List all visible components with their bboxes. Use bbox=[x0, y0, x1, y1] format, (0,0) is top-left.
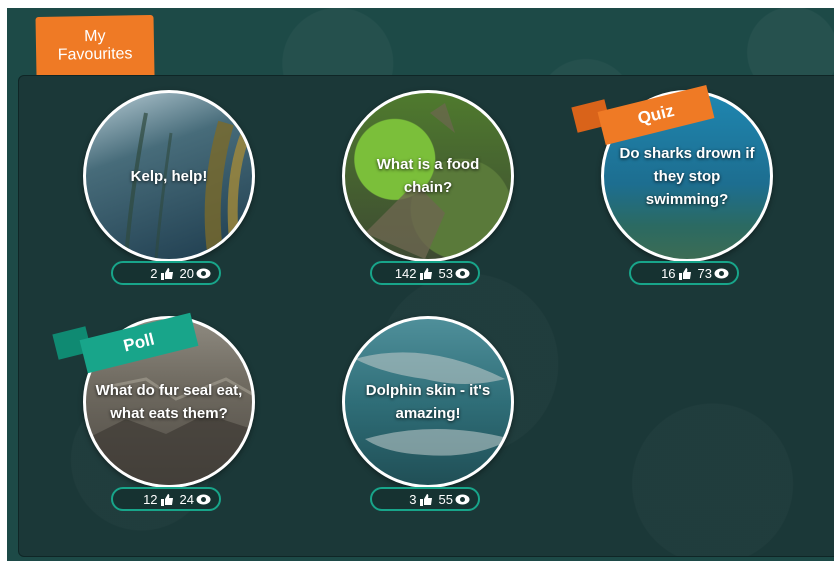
card-title: Do sharks drown if they stop swimming? bbox=[619, 144, 755, 208]
favourite-card-kelp[interactable]: Kelp, help! 2 20 bbox=[83, 90, 255, 302]
card-title: What do fur seal eat, what eats them? bbox=[95, 382, 243, 422]
view-count-value: 73 bbox=[697, 265, 712, 281]
like-count[interactable]: 16 bbox=[661, 266, 691, 281]
eye-icon bbox=[196, 268, 211, 278]
thumbs-up-icon bbox=[160, 267, 173, 280]
view-count: 73 bbox=[698, 266, 729, 281]
favourite-card-food-chain[interactable]: What is a food chain? 142 53 bbox=[342, 90, 514, 302]
card-stats: 12 24 bbox=[111, 487, 221, 511]
like-count[interactable]: 3 bbox=[409, 492, 432, 507]
eye-icon bbox=[196, 494, 211, 504]
thumbs-up-icon bbox=[419, 267, 432, 280]
eye-icon bbox=[455, 268, 470, 278]
card-title: Dolphin skin - it's amazing! bbox=[365, 382, 491, 422]
thumbs-up-icon bbox=[160, 493, 173, 506]
view-count: 20 bbox=[180, 266, 211, 281]
view-count-value: 53 bbox=[438, 265, 453, 281]
like-count-value: 2 bbox=[150, 265, 158, 281]
view-count: 24 bbox=[180, 492, 211, 507]
card-thumbnail[interactable]: Kelp, help! bbox=[83, 90, 255, 262]
favourites-header-tab: My Favourites bbox=[35, 14, 155, 78]
card-stats: 142 53 bbox=[370, 261, 480, 285]
header-title-line-2: Favourites bbox=[57, 45, 133, 64]
thumbs-up-icon bbox=[678, 267, 691, 280]
like-count-value: 16 bbox=[661, 265, 676, 281]
view-count: 55 bbox=[439, 492, 470, 507]
eye-icon bbox=[455, 494, 470, 504]
eye-icon bbox=[714, 268, 729, 278]
card-stats: 16 73 bbox=[629, 261, 739, 285]
view-count-value: 24 bbox=[179, 491, 194, 507]
card-stats: 2 20 bbox=[111, 261, 221, 285]
card-title: Kelp, help! bbox=[130, 167, 208, 185]
card-title: What is a food chain? bbox=[376, 156, 480, 196]
card-thumbnail[interactable]: Dolphin skin - it's amazing! bbox=[342, 316, 514, 488]
like-count[interactable]: 12 bbox=[143, 492, 173, 507]
like-count[interactable]: 142 bbox=[395, 266, 433, 281]
card-stats: 3 55 bbox=[370, 487, 480, 511]
quiz-ribbon-label: Quiz bbox=[635, 100, 677, 129]
card-thumbnail[interactable]: What is a food chain? bbox=[342, 90, 514, 262]
like-count-value: 3 bbox=[409, 491, 417, 507]
like-count[interactable]: 2 bbox=[150, 266, 173, 281]
poll-ribbon-label: Poll bbox=[121, 329, 157, 356]
like-count-value: 12 bbox=[143, 491, 158, 507]
view-count-value: 20 bbox=[179, 265, 194, 281]
favourite-card-dolphin[interactable]: Dolphin skin - it's amazing! 3 55 bbox=[342, 316, 514, 528]
view-count-value: 55 bbox=[438, 491, 453, 507]
like-count-value: 142 bbox=[394, 265, 417, 281]
header-title-line-1: My bbox=[84, 27, 106, 46]
thumbs-up-icon bbox=[419, 493, 432, 506]
view-count: 53 bbox=[439, 266, 470, 281]
